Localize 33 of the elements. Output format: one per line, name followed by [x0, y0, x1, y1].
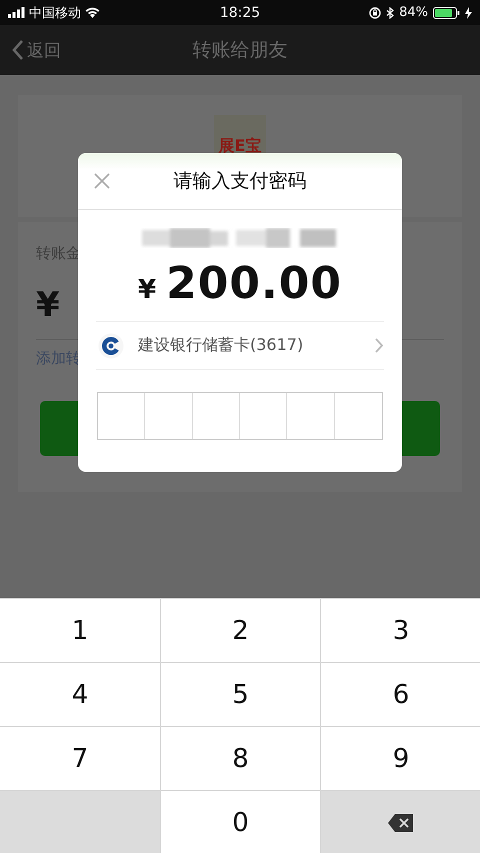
- number-key[interactable]: 5: [161, 663, 320, 726]
- wifi-icon: [85, 7, 100, 18]
- signal-icon: [8, 7, 25, 18]
- bluetooth-icon: [386, 6, 394, 18]
- close-icon: [94, 173, 110, 189]
- number-key[interactable]: 4: [0, 663, 160, 726]
- password-field[interactable]: [97, 392, 383, 440]
- back-chevron-icon: [12, 40, 24, 60]
- number-key[interactable]: 8: [161, 727, 320, 790]
- payment-amount: 200.00: [166, 258, 342, 309]
- charging-icon: [465, 6, 472, 18]
- clock-time: 18:25: [218, 4, 262, 20]
- currency-symbol: ¥: [36, 285, 60, 325]
- battery-percent: 84%: [399, 5, 428, 20]
- bank-logo-icon: [98, 332, 124, 358]
- number-key[interactable]: 3: [321, 599, 480, 662]
- number-key[interactable]: 1: [0, 599, 160, 662]
- payment-method-row[interactable]: 建设银行储蓄卡(3617): [96, 321, 384, 370]
- number-key[interactable]: 0: [161, 791, 320, 853]
- chevron-right-icon: [375, 338, 384, 353]
- number-key[interactable]: 6: [321, 663, 480, 726]
- close-button[interactable]: [94, 173, 110, 189]
- number-key[interactable]: 7: [0, 727, 160, 790]
- delete-key[interactable]: [321, 791, 480, 853]
- page-title: 转账给朋友: [192, 39, 288, 61]
- number-key[interactable]: 9: [321, 727, 480, 790]
- rotation-lock-icon: [369, 6, 382, 18]
- battery-icon: [433, 6, 460, 18]
- number-key[interactable]: 2: [161, 599, 320, 662]
- currency-symbol: ¥: [138, 275, 156, 305]
- dialog-title: 请输入支付密码: [174, 169, 306, 194]
- carrier-name: 中国移动: [29, 4, 81, 22]
- backspace-icon: [387, 812, 415, 832]
